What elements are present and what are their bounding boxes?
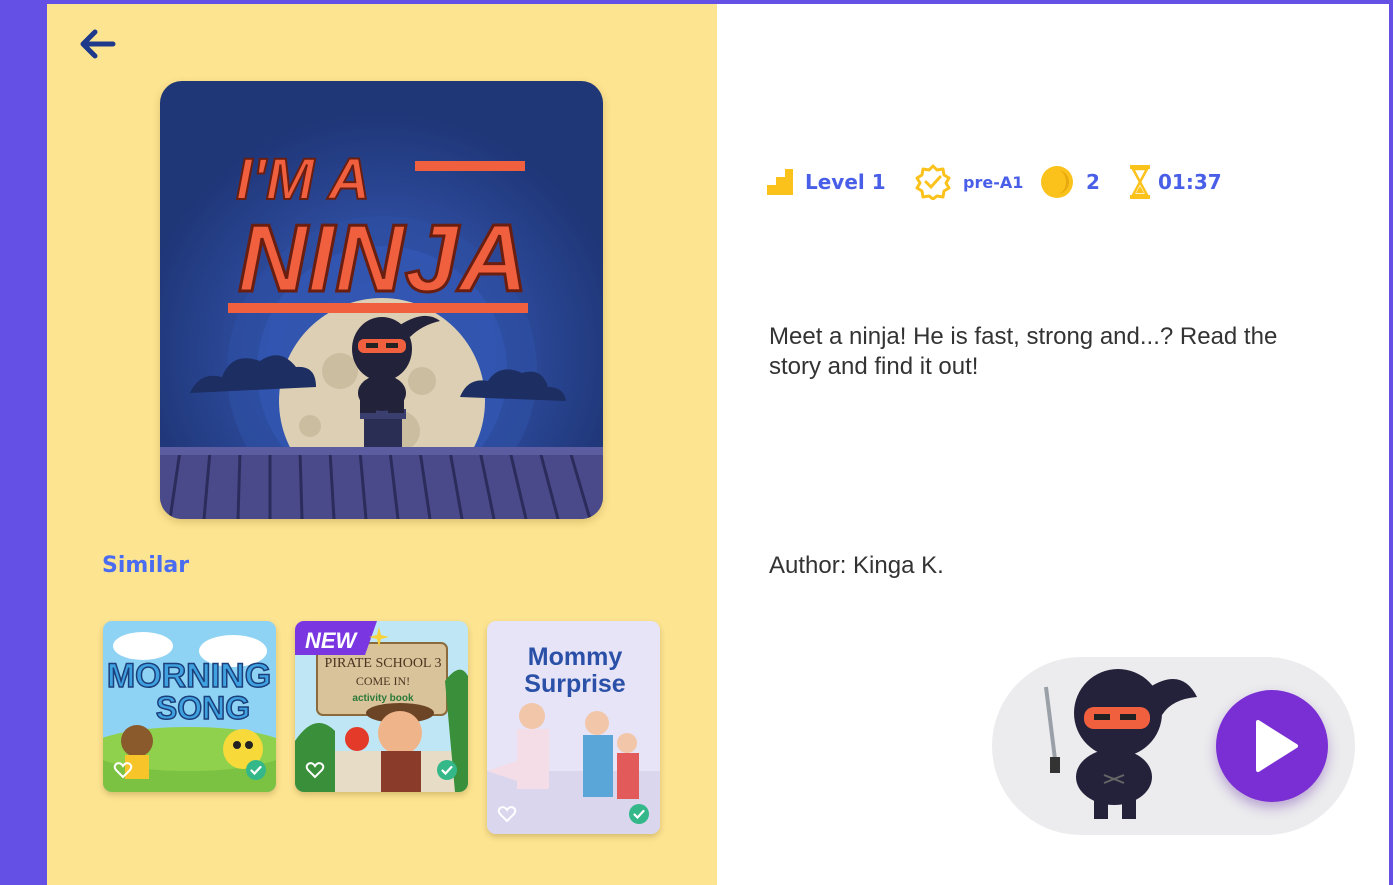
similar-book-morning-song[interactable]: MORNING SONG bbox=[103, 621, 276, 792]
thumb1-title-line2: SONG bbox=[156, 690, 250, 726]
similar-book-pirate-school[interactable]: PIRATE SCHOOL 3 COME IN! activity book N… bbox=[295, 621, 468, 792]
similar-book-mommy-surprise[interactable]: Mommy Surprise bbox=[487, 621, 660, 834]
play-button[interactable] bbox=[1216, 690, 1328, 802]
book-author: Author: Kinga K. bbox=[769, 552, 944, 579]
ninja-mascot bbox=[1044, 669, 1197, 819]
cefr-text: pre-A1 bbox=[963, 172, 1024, 192]
left-panel: I'M A NINJA Similar MORNING SONG PIRATE … bbox=[47, 4, 717, 885]
level-text: Level 1 bbox=[805, 170, 886, 194]
coins-text: 2 bbox=[1086, 170, 1100, 194]
hourglass-icon bbox=[1130, 165, 1150, 199]
book-cover: I'M A NINJA bbox=[160, 81, 603, 519]
heart-icon[interactable] bbox=[113, 761, 133, 779]
thumb2-title-line1: PIRATE SCHOOL 3 bbox=[325, 656, 442, 671]
right-panel: Level 1 pre-A1 2 01:37 Meet a ninja! He … bbox=[717, 4, 1389, 885]
level-bars-icon bbox=[767, 169, 793, 195]
check-circle-icon bbox=[437, 760, 457, 780]
similar-heading: Similar bbox=[102, 553, 190, 578]
meta-duration: 01:37 bbox=[1130, 164, 1222, 200]
meta-level: Level 1 bbox=[767, 164, 886, 200]
cover-title-line1: I'M A bbox=[236, 147, 370, 212]
coin-icon bbox=[1041, 166, 1073, 198]
thumb2-title-line2: COME IN! bbox=[356, 674, 410, 688]
back-button[interactable] bbox=[75, 24, 119, 64]
thumb2-subtitle: activity book bbox=[352, 693, 414, 704]
heart-icon[interactable] bbox=[497, 805, 517, 823]
new-badge: NEW bbox=[305, 628, 359, 653]
check-circle-icon bbox=[246, 760, 266, 780]
badge-check-icon bbox=[915, 164, 951, 200]
thumb3-title-line2: Surprise bbox=[524, 670, 626, 698]
check-circle-icon bbox=[629, 804, 649, 824]
meta-cefr: pre-A1 bbox=[915, 164, 1023, 200]
thumb3-title-line1: Mommy bbox=[528, 643, 623, 671]
book-description: Meet a ninja! He is fast, strong and...?… bbox=[769, 323, 1278, 380]
play-icon bbox=[1256, 720, 1298, 772]
duration-text: 01:37 bbox=[1158, 170, 1222, 194]
heart-icon[interactable] bbox=[305, 761, 325, 779]
arrow-left-icon bbox=[80, 29, 116, 59]
cover-title-line2: NINJA bbox=[238, 205, 528, 312]
meta-coins: 2 bbox=[1040, 164, 1100, 200]
book-meta-row: Level 1 pre-A1 2 01:37 bbox=[767, 164, 1367, 204]
app-frame: I'M A NINJA Similar MORNING SONG PIRATE … bbox=[47, 4, 1389, 885]
